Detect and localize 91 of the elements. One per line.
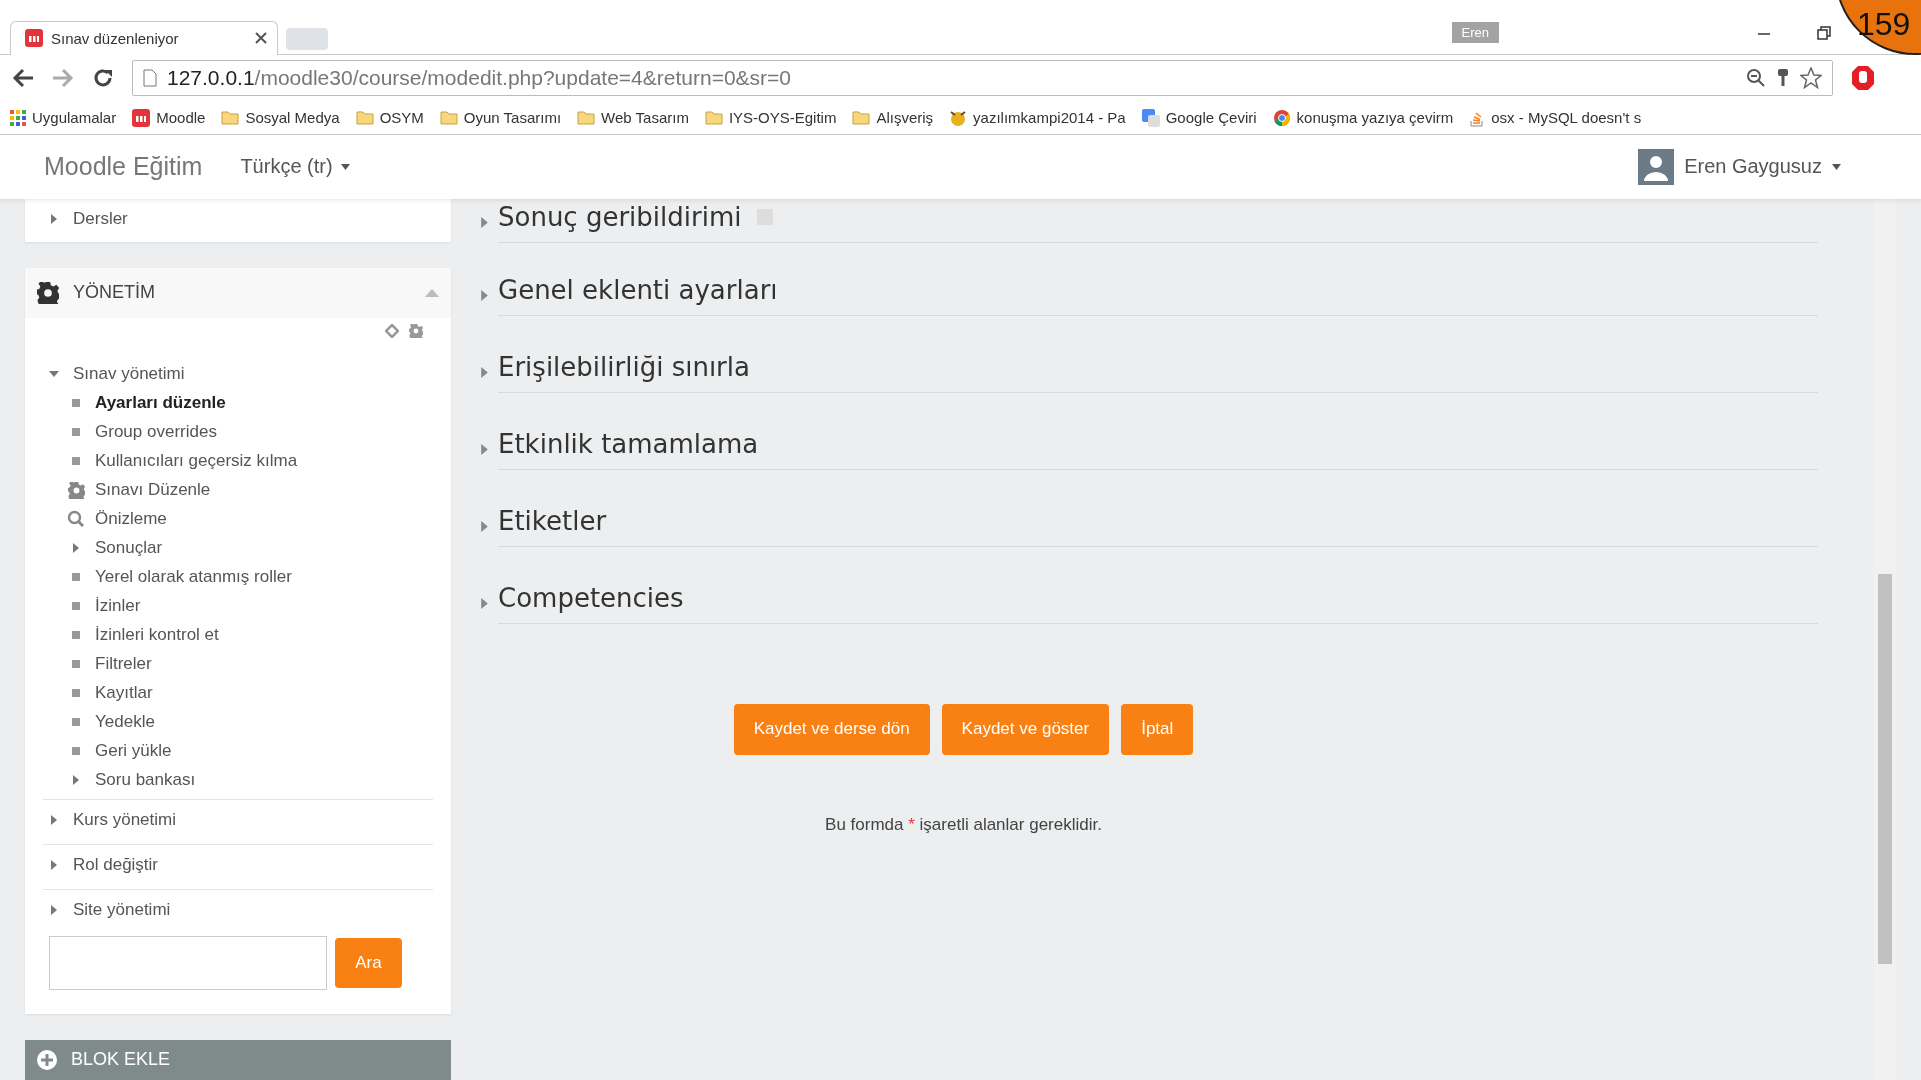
tree-item[interactable]: Yedekle [25,708,451,737]
tree-item[interactable]: Site yönetimi [25,890,451,930]
caret-right-icon [49,905,59,915]
folder-icon [355,110,374,126]
section-header[interactable]: Sonuç geribildirimi [498,202,1818,244]
bookmark-link[interactable]: Alışveriş [852,109,934,127]
required-note: Bu formda * işaretli alanlar gereklidir. [824,815,1103,835]
tree-item[interactable]: Sınavı Düzenle [25,476,451,505]
folder-icon [852,110,871,126]
tab-title: Sınav düzenleniyor [51,29,180,47]
tree-item[interactable]: Geri yükle [25,737,451,766]
bookmark-link[interactable]: osx - MySQL doesn't s [1469,108,1642,127]
bookmark-link[interactable]: yazılımkampi2014 - Pa [949,108,1126,127]
caret-down-icon [340,164,350,170]
bullet-icon [72,573,80,582]
caret-down-icon [1832,164,1841,170]
address-bar[interactable]: 127.0.0.1/moodle30/course/modedit.php?update=4&return=0&sr=0 [132,60,1833,97]
moodle-logo-icon [25,29,43,48]
bullet-icon [72,718,80,727]
gear-icon [37,282,59,304]
tree-item[interactable]: Kurs yönetimi [25,800,451,840]
user-menu[interactable]: Eren Gaygusuz [1632,148,1847,186]
tree-item[interactable]: Önizleme [25,505,451,534]
star-icon[interactable] [1800,67,1822,90]
section-header[interactable]: Erişilebilirliği sınırla [498,352,1818,393]
bookmark-link[interactable]: IYS-OYS-Egitim [704,109,837,127]
section-header[interactable]: Competencies [498,583,1818,624]
folder-icon [577,110,596,126]
gear-icon [67,482,85,499]
folder-icon [221,110,240,126]
restore-icon[interactable] [1817,26,1831,40]
bookmark-link[interactable]: Sosyal Medya [221,109,340,127]
search-icon [67,510,85,529]
bullet-icon [72,457,80,466]
tree-item[interactable]: Sınav yönetimi [25,360,451,389]
bullet-icon [72,428,80,437]
move-icon[interactable] [385,324,399,338]
caret-right-icon [71,543,81,554]
tree-item[interactable]: Soru bankası [25,766,451,795]
caret-right-icon [71,775,81,786]
bookmark-link[interactable]: konuşma yazıya çevirm [1272,108,1454,127]
tree-item[interactable]: Group overrides [25,418,451,447]
folder-icon [439,110,458,126]
bookmark-link[interactable]: OSYM [355,109,424,127]
section-header[interactable]: Genel eklenti ayarları [498,275,1818,316]
tree-item[interactable]: Dersler [25,205,451,234]
bullet-icon [72,631,80,640]
tree-item[interactable]: İzinleri kontrol et [25,621,451,650]
block-title: YÖNETİM [73,282,156,304]
folder-icon [704,110,723,126]
page-icon [143,69,157,88]
add-block-bar[interactable]: BLOK EKLE [25,1040,451,1080]
tree-item[interactable]: Ayarları düzenle [25,389,451,418]
bookmark-link[interactable]: Uygulamalar [10,109,117,127]
key-icon[interactable] [1776,68,1790,89]
bullet-icon [72,689,80,698]
translate-icon [1141,108,1160,127]
tree-item[interactable]: Kullanıcıları geçersiz kılma [25,447,451,476]
scrollbar[interactable] [1874,199,1896,1080]
caret-right-icon [49,815,59,825]
browser-tab[interactable]: Sınav düzenleniyor [10,20,278,55]
tree-item[interactable]: Kayıtlar [25,679,451,708]
bookmark-link[interactable]: Moodle [132,108,206,127]
chrome-logo-icon [1272,108,1291,127]
tree-item[interactable]: İzinler [25,592,451,621]
bullet-icon [72,602,80,611]
tree-item[interactable]: Filtreler [25,650,451,679]
caret-right-icon [49,214,59,225]
apps-grid-icon [10,109,26,126]
site-brand[interactable]: Moodle Eğitim [44,152,203,182]
plus-circle-icon [37,1050,57,1070]
language-menu[interactable]: Türkçe (tr) [240,155,350,179]
close-icon[interactable] [255,32,267,45]
caret-right-icon [49,860,59,870]
bullet-icon [72,660,80,669]
search-field[interactable] [49,936,327,990]
bookmark-link[interactable]: Web Tasarım [577,109,689,127]
bookmark-link[interactable]: Oyun Tasarımı [439,109,562,127]
gear-icon [409,324,423,338]
back-arrow-icon[interactable] [12,68,34,89]
tree-item[interactable]: Rol değiştir [25,845,451,885]
bullet-icon [72,399,80,408]
avatar-icon [1638,149,1675,185]
moodle-logo-icon [132,108,151,127]
tree-item[interactable]: Yerel olarak atanmış roller [25,563,451,592]
zoom-out-icon[interactable] [1746,68,1766,89]
tree-item[interactable]: Sonuçlar [25,534,451,563]
section-header[interactable]: Etkinlik tamamlama [498,429,1818,470]
bookmark-link[interactable]: Google Çeviri [1141,108,1257,127]
section-header[interactable]: Etiketler [498,506,1818,547]
bullet-icon [72,747,80,756]
